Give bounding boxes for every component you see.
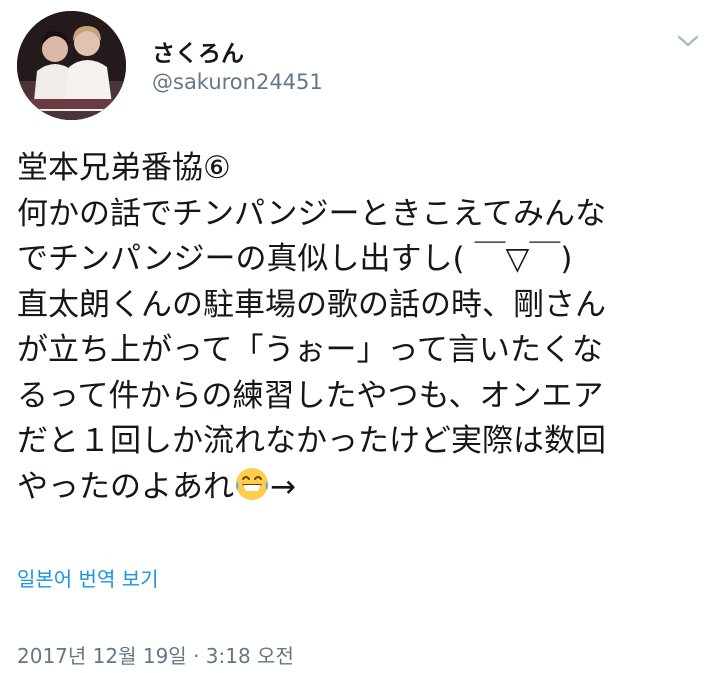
tweet-line: 堂本兄弟番協⑥ — [17, 150, 231, 186]
user-handle[interactable]: @sakuron24451 — [152, 70, 323, 94]
avatar[interactable] — [17, 11, 126, 120]
tweet-line: るって件からの練習したやつも、オンエア — [17, 377, 604, 414]
tweet-line: 何かの話でチンパンジーときこえてみんな — [17, 195, 606, 232]
tweet-line: が立ち上がって「うぉー」って言いたくな — [17, 332, 603, 368]
tweet-line: だと１回しか流れなかったけど実際は数回 — [17, 423, 606, 459]
chevron-down-icon[interactable] — [676, 29, 700, 53]
tweet-line: 直太朗くんの駐車場の歌の話の時、剛さん — [17, 286, 606, 323]
tweet-line: でチンパンジーの真似し出すし( ￣▽￣) — [17, 241, 573, 277]
tweet-card: さくろん @sakuron24451 堂本兄弟番協⑥ 何かの話でチンパンジーとき… — [0, 0, 720, 673]
arrow-suffix: → — [270, 468, 296, 505]
timestamp[interactable]: 2017년 12월 19일 · 3:18 오전 — [17, 640, 294, 669]
translate-link[interactable]: 일본어 번역 보기 — [17, 563, 159, 592]
tweet-line: やったのよあれ — [17, 468, 234, 505]
avatar-photo-icon — [17, 11, 126, 120]
grinning-sweat-face-icon — [234, 466, 270, 502]
display-name[interactable]: さくろん — [152, 34, 244, 68]
tweet-line-last: やったのよあれ → — [17, 465, 707, 511]
tweet-text: 堂本兄弟番協⑥ 何かの話でチンパンジーときこえてみんな でチンパンジーの真似し出… — [17, 146, 707, 510]
